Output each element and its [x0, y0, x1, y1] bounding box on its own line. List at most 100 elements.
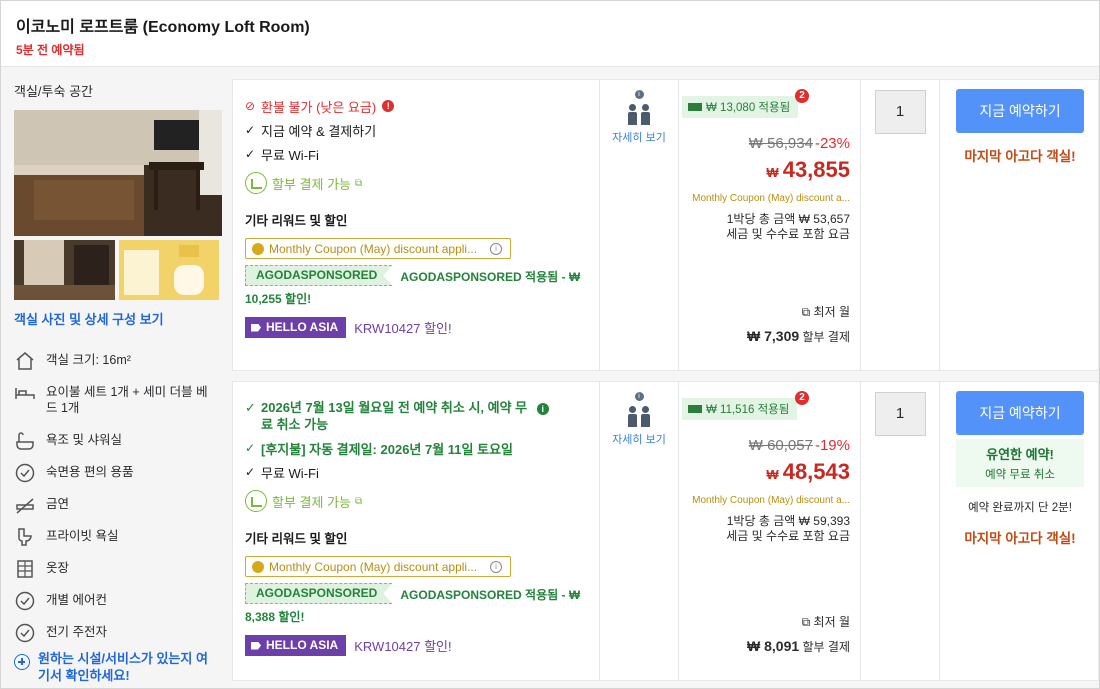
coupon-icon [252, 242, 264, 255]
monthly-amount: ₩ 7,309 할부 결제 [747, 328, 850, 345]
home-icon [16, 352, 34, 370]
amenity-label: 금연 [46, 497, 70, 511]
room-photo-thumb-1[interactable] [14, 240, 115, 300]
sponsor-amount: 8,388 할인! [245, 610, 305, 624]
offer-features: ✓ 2026년 7월 13일 월요일 전 예약 취소 시, 예약 무 i 료 취소… [233, 382, 599, 680]
booked-recently: 5분 전 예약됨 [16, 43, 85, 57]
promo-badge-label: HELLO ASIA [266, 320, 339, 334]
sponsor-text: AGODASPONSORED 적용됨 - ₩ [400, 270, 581, 284]
amenity-item: 요이불 세트 1개 + 세미 더블 베드 1개 [14, 384, 219, 432]
book-now-button[interactable]: 지금 예약하기 [956, 89, 1084, 133]
room-photos-link[interactable]: 객실 사진 및 상세 구성 보기 [14, 309, 219, 328]
occupancy-details-link[interactable]: 자세히 보기 [600, 432, 678, 449]
room-header: 이코노미 로프트룸 (Economy Loft Room) 5분 전 예약됨 [1, 1, 1099, 67]
final-price: ₩48,543 [679, 459, 850, 485]
two-guests-icon [600, 406, 678, 427]
bath-icon [16, 432, 34, 450]
total-line-1: 1박당 총 금액 ₩ 59,393 [726, 514, 850, 528]
amenity-item: 숙면용 편의 용품 [14, 463, 219, 496]
amenity-label: 전기 주전자 [46, 625, 107, 639]
total-per-night: 1박당 총 금액 ₩ 59,393 세금 및 수수료 포함 요금 [679, 514, 850, 544]
amenity-item: 프라이빗 욕실 [14, 528, 219, 560]
discount-applied-label: ₩ 13,080 적용됨 [706, 102, 791, 114]
final-price-value: 48,543 [782, 459, 850, 484]
amenity-item: 객실 크기: 16m² [14, 352, 219, 384]
info-icon[interactable]: i [634, 392, 644, 401]
feature-label: 무료 Wi-Fi [261, 147, 319, 163]
book-now-button[interactable]: 지금 예약하기 [956, 391, 1084, 435]
price-column: ₩ 11,516 적용됨 2 ₩ 60,057 -19% ₩48,543 Mont… [678, 382, 860, 680]
offer-features: ⊘ 환불 불가 (낮은 요금) ! ✓ 지금 예약 & 결제하기 ✓ 무료 Wi… [233, 80, 599, 370]
check-icon: ✓ [245, 400, 256, 415]
total-line-2: 세금 및 수수료 포함 요금 [726, 529, 850, 543]
final-price-value: 43,855 [782, 157, 850, 182]
installment-icon [245, 172, 267, 194]
check-icon: ✓ [245, 123, 256, 137]
tag-icon [251, 323, 261, 332]
info-icon[interactable]: i [490, 242, 502, 255]
amenity-item: 개별 에어컨 [14, 591, 219, 624]
discount-count-badge: 2 [795, 89, 809, 103]
monthly-amount-value: ₩ 8,091 [747, 638, 800, 654]
no-smoking-icon [16, 498, 34, 514]
room-card: 이코노미 로프트룸 (Economy Loft Room) 5분 전 예약됨 객… [0, 0, 1100, 689]
ticket-icon [688, 103, 702, 111]
feature-label: 지금 예약 & 결제하기 [261, 123, 377, 139]
sponsor-discount: AGODASPONSORED AGODASPONSORED 적용됨 - ₩ [245, 583, 587, 607]
last-room-notice: 마지막 아고다 객실! [964, 531, 1076, 546]
refund-policy: ✓ 2026년 7월 13일 월요일 전 예약 취소 시, 예약 무 i 료 취소… [245, 399, 587, 433]
rewards-title: 기타 리워드 및 할인 [245, 214, 348, 228]
info-icon[interactable]: i [490, 560, 502, 573]
promo-text: KRW10427 할인! [354, 321, 452, 336]
coupon-note: Monthly Coupon (May) discount a... [692, 495, 850, 506]
promo-discount: HELLO ASIA KRW10427 할인! [245, 635, 587, 656]
refund-policy: ⊘ 환불 불가 (낮은 요금) ! [245, 94, 587, 118]
booking-column: 지금 예약하기 마지막 아고다 객실! [939, 80, 1099, 370]
discount-applied-tag[interactable]: ₩ 13,080 적용됨 [682, 96, 799, 118]
room-photo-main[interactable] [14, 110, 222, 236]
flexible-sub: 예약 무료 취소 [985, 469, 1055, 481]
room-quantity-select[interactable]: 1 [874, 90, 926, 134]
discount-percent: -23% [814, 135, 850, 152]
amenities-more-label: 원하는 시설/서비스가 있는지 여기서 확인하세요! [38, 651, 208, 683]
discount-applied-tag[interactable]: ₩ 11,516 적용됨 [682, 398, 798, 420]
refund-policy-label: 환불 불가 (낮은 요금) [261, 99, 377, 115]
check-icon: ✓ [245, 441, 256, 455]
quantity-column: 1 [860, 80, 939, 370]
bed-icon [15, 388, 35, 399]
flexible-title: 유연한 예약! [986, 447, 1054, 462]
booking-time-notice: 예약 완료까지 단 2분! [968, 502, 1072, 514]
coupon-chip[interactable]: Monthly Coupon (May) discount appli... i [245, 238, 511, 259]
offer-row-2: ✓ 2026년 7월 13일 월요일 전 예약 취소 시, 예약 무 i 료 취소… [232, 381, 1099, 681]
room-title: 이코노미 로프트룸 (Economy Loft Room) [16, 19, 310, 36]
promo-badge: HELLO ASIA [245, 317, 347, 338]
monthly-amount-value: ₩ 7,309 [747, 328, 800, 344]
check-circle-icon [15, 463, 35, 483]
room-photo-thumb-1-image [14, 240, 115, 300]
promo-badge: HELLO ASIA [245, 635, 347, 656]
coupon-icon [252, 560, 264, 573]
room-photo-thumb-2[interactable] [118, 240, 219, 300]
info-icon[interactable]: i [536, 403, 549, 415]
total-line-2: 세금 및 수수료 포함 요금 [726, 227, 850, 241]
monthly-label: ⧉ 최저 월 [802, 303, 850, 320]
installment-option[interactable]: 할부 결제 가능 ⧉ [245, 488, 587, 514]
sponsor-amount: 10,255 할인! [245, 292, 312, 306]
amenity-label: 요이불 세트 1개 + 세미 더블 베드 1개 [46, 385, 208, 415]
room-quantity-select[interactable]: 1 [874, 392, 926, 436]
info-icon[interactable]: i [634, 90, 644, 99]
room-photo-image [14, 110, 222, 236]
currency-symbol: ₩ [766, 467, 779, 482]
monthly-amount-suffix: 할부 결제 [802, 640, 851, 654]
amenity-label: 개별 에어컨 [46, 593, 107, 607]
total-line-1: 1박당 총 금액 ₩ 53,657 [726, 212, 850, 226]
discount-percent: -19% [814, 437, 850, 454]
price-column: ₩ 13,080 적용됨 2 ₩ 56,934 -23% ₩43,855 Mont… [678, 80, 860, 370]
info-icon[interactable]: ! [382, 100, 395, 112]
last-room-notice: 마지막 아고다 객실! [964, 149, 1076, 164]
installment-option[interactable]: 할부 결제 가능 ⧉ [245, 170, 587, 196]
amenities-more-link[interactable]: 원하는 시설/서비스가 있는지 여기서 확인하세요! [14, 650, 219, 684]
occupancy-details-link[interactable]: 자세히 보기 [600, 130, 678, 147]
coupon-chip[interactable]: Monthly Coupon (May) discount appli... i [245, 556, 511, 577]
tag-icon [251, 641, 261, 650]
